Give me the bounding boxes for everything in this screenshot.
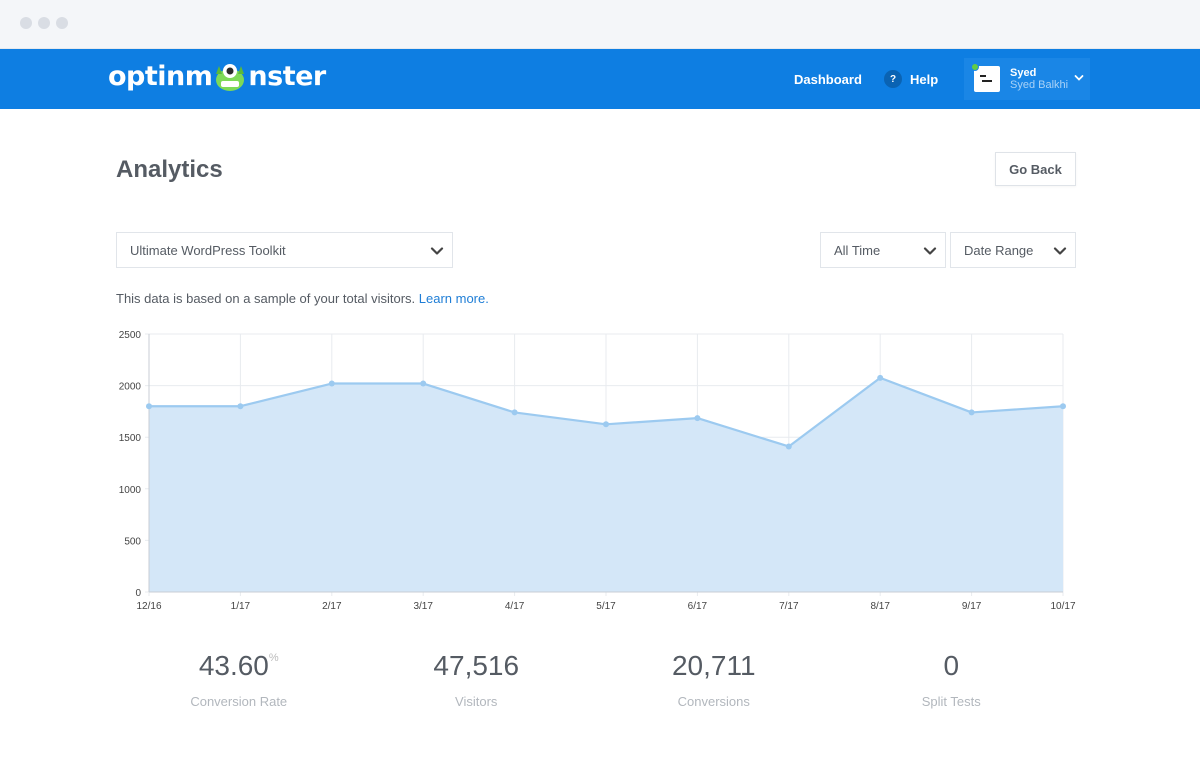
chevron-down-icon — [923, 247, 937, 255]
conversions-value: 20,711 — [671, 650, 756, 681]
campaign-select[interactable]: Ultimate WordPress Toolkit — [116, 232, 453, 268]
chevron-down-icon — [1053, 247, 1067, 255]
stat-label: Split Tests — [921, 694, 981, 709]
campaign-select-value: Ultimate WordPress Toolkit — [130, 242, 286, 258]
user-avatar-icon — [980, 75, 992, 82]
data-point — [603, 421, 609, 428]
time-select-value: All Time — [834, 242, 881, 258]
help-label: Help — [910, 71, 939, 87]
data-point — [420, 380, 427, 387]
user-full-name: Syed Balkhi — [1010, 79, 1069, 91]
stat-conversion-rate: 43.60% Conversion Rate — [120, 650, 358, 709]
nav-help-link[interactable]: ? Help — [884, 70, 938, 88]
data-point — [877, 374, 884, 381]
stat-value: 43.60% — [120, 650, 358, 682]
learn-more-link[interactable]: Learn more. — [419, 291, 489, 306]
y-tick-label: 2000 — [119, 382, 142, 393]
y-tick-label: 2500 — [119, 330, 142, 341]
x-tick-label: 8/17 — [870, 601, 890, 612]
chevron-down-icon — [1074, 75, 1084, 81]
x-tick-label: 1/17 — [231, 601, 251, 612]
visitors-value: 47,516 — [433, 650, 520, 681]
sample-note: This data is based on a sample of your t… — [116, 291, 489, 306]
window-minimize-button[interactable] — [38, 17, 50, 29]
x-tick-label: 3/17 — [413, 601, 433, 612]
online-status-icon — [971, 63, 979, 71]
window-zoom-button[interactable] — [56, 17, 68, 29]
x-tick-label: 2/17 — [322, 601, 342, 612]
conversion-rate-value: 43.60 — [198, 650, 269, 681]
window-titlebar — [0, 0, 1200, 49]
user-menu[interactable]: Syed Syed Balkhi — [964, 58, 1090, 100]
user-name: Syed — [1010, 67, 1037, 79]
x-tick-label: 10/17 — [1050, 601, 1075, 612]
stat-label: Visitors — [455, 694, 498, 709]
stat-visitors: 47,516 Visitors — [358, 650, 596, 709]
percent-suffix: % — [268, 652, 279, 664]
stats-row: 43.60% Conversion Rate 47,516 Visitors 2… — [120, 650, 1070, 709]
date-range-select-value: Date Range — [964, 242, 1034, 258]
data-point — [328, 380, 335, 387]
window-close-button[interactable] — [20, 17, 32, 29]
analytics-chart: 0 500 1000 1500 2000 2500 12/16 1/17 2/17 3/17 4/1… — [119, 330, 1076, 612]
x-tick-label: 4/17 — [505, 601, 525, 612]
help-icon: ? — [884, 70, 902, 88]
stat-label: Conversions — [677, 694, 750, 709]
y-tick-label: 500 — [124, 536, 141, 547]
sample-note-text: This data is based on a sample of your t… — [116, 291, 419, 306]
nav-dashboard-link[interactable]: Dashboard — [794, 72, 862, 87]
date-range-select[interactable]: Date Range — [950, 232, 1076, 268]
avatar — [971, 63, 1000, 92]
go-back-button[interactable]: Go Back — [995, 152, 1076, 186]
stat-split-tests: 0 Split Tests — [833, 650, 1071, 709]
x-tick-label: 5/17 — [596, 601, 616, 612]
x-tick-label: 7/17 — [779, 601, 799, 612]
optinmonster-logo[interactable]: optinm nster — [108, 61, 326, 92]
stat-conversions: 20,711 Conversions — [595, 650, 833, 709]
logo-text-left: optinm — [108, 61, 213, 92]
data-point — [694, 415, 701, 422]
monster-logo-icon — [216, 63, 245, 91]
logo-text-right: nster — [248, 61, 326, 92]
split-tests-value: 0 — [943, 650, 960, 681]
chevron-down-icon — [430, 247, 444, 255]
x-tick-label: 12/16 — [136, 601, 161, 612]
page-title: Analytics — [116, 156, 223, 183]
time-select[interactable]: All Time — [820, 232, 946, 268]
data-point — [146, 403, 152, 410]
data-point — [511, 409, 518, 416]
data-point — [785, 443, 792, 450]
data-point — [237, 403, 244, 410]
x-tick-label: 9/17 — [962, 601, 982, 612]
app-window: optinm nster Dashboard ? Help Syed Syed … — [0, 0, 1200, 759]
y-tick-label: 1500 — [119, 433, 142, 444]
data-point — [968, 409, 975, 416]
y-tick-label: 0 — [135, 588, 141, 599]
x-tick-label: 6/17 — [688, 601, 708, 612]
data-point — [1060, 403, 1066, 410]
y-tick-label: 1000 — [119, 485, 142, 496]
stat-label: Conversion Rate — [190, 694, 288, 709]
